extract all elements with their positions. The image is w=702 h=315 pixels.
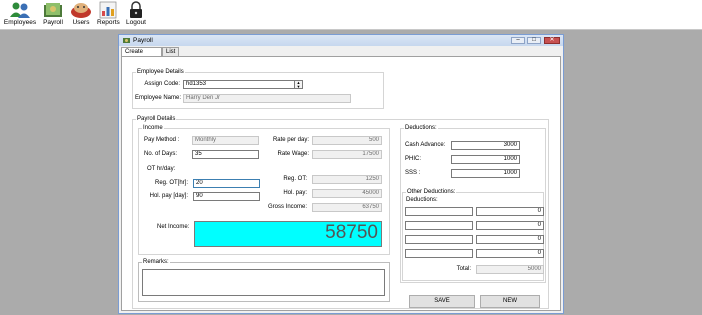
other-deductions-header: Deductions: [406, 197, 438, 203]
income-group: Income Pay Method : Monthly No. of Days:… [138, 125, 390, 255]
phic-input[interactable]: 1000 [451, 155, 520, 164]
ot-legend: OT hr/day: [146, 166, 177, 173]
payroll-label: Payroll [43, 19, 63, 26]
payroll-details-legend: Payroll Details [136, 116, 177, 123]
tab-list[interactable]: List [162, 47, 179, 56]
gross-income-label: Gross Income: [267, 204, 307, 210]
other-deduction-amount-1[interactable]: 0 [476, 207, 544, 216]
sss-label: SSS : [405, 170, 421, 176]
assign-code-spinner[interactable]: ▲ ▼ [294, 81, 302, 88]
create-payroll-page: Employee Details Assign Code: hd1353 ▲ ▼ … [121, 56, 561, 311]
employee-details-group: Employee Details Assign Code: hd1353 ▲ ▼ … [132, 69, 384, 109]
employees-button[interactable]: Employees [3, 1, 37, 28]
maximize-button[interactable]: □ [527, 37, 541, 44]
pay-method-field: Monthly [192, 136, 259, 145]
deductions-legend: Deductions: [404, 125, 438, 132]
employees-icon [9, 1, 31, 19]
total-field: 5000 [476, 265, 544, 274]
payroll-window: Payroll – □ ✕ Create Payroll List Employ… [118, 34, 564, 314]
rate-per-day-label: Rate per day: [272, 137, 309, 143]
net-income-label: Net Income: [157, 224, 190, 230]
other-deductions-legend: Other Deductions: [406, 189, 457, 196]
title-bar[interactable]: Payroll – □ ✕ [119, 35, 563, 46]
new-button[interactable]: NEW [480, 295, 540, 308]
hol-pay-field: 45000 [312, 189, 382, 198]
other-deduction-amount-3[interactable]: 0 [476, 235, 544, 244]
main-toolbar: Employees Payroll Users Reports Logout [0, 0, 702, 30]
net-income-display: 58750 [194, 221, 382, 247]
hol-pay-label: Hol. pay: [283, 190, 307, 196]
sss-input[interactable]: 1000 [451, 169, 520, 178]
payroll-button[interactable]: Payroll [41, 1, 65, 28]
employee-details-legend: Employee Details [136, 69, 185, 76]
payroll-details-group: Payroll Details Income Pay Method : Mont… [132, 116, 549, 309]
other-deduction-amount-2[interactable]: 0 [476, 221, 544, 230]
remarks-group: Remarks: [138, 259, 390, 302]
other-deduction-name-3[interactable] [405, 235, 473, 244]
cash-advance-label: Cash Advance: [405, 142, 446, 148]
other-deduction-name-1[interactable] [405, 207, 473, 216]
padlock-icon [125, 1, 147, 19]
reg-ot-field: 1250 [312, 175, 382, 184]
window-title: Payroll [133, 37, 153, 44]
users-button[interactable]: Users [68, 1, 94, 28]
reports-label: Reports [97, 19, 120, 26]
employees-label: Employees [3, 19, 37, 26]
reg-ot-hr-label: Reg. OT[hr]: [154, 180, 188, 186]
other-deduction-amount-4[interactable]: 0 [476, 249, 544, 258]
reg-ot-label: Reg. OT: [283, 176, 307, 182]
logout-button[interactable]: Logout [123, 1, 149, 28]
days-label: No. of Days: [144, 151, 178, 157]
reg-ot-hr-input[interactable]: 20 [193, 179, 260, 188]
payroll-icon [42, 1, 64, 19]
minimize-button[interactable]: – [511, 37, 525, 44]
other-deduction-name-4[interactable] [405, 249, 473, 258]
employee-name-field: Harry Den Jr [183, 94, 351, 103]
assign-code-label: Assign Code: [144, 81, 180, 87]
remarks-legend: Remarks: [142, 259, 170, 266]
logout-label: Logout [126, 19, 146, 26]
gross-income-field: 63750 [312, 203, 382, 212]
pay-method-label: Pay Method : [144, 137, 180, 143]
assign-code-value: hd1353 [186, 81, 207, 87]
reports-icon [97, 1, 119, 19]
phic-label: PHIC: [405, 156, 422, 162]
close-button[interactable]: ✕ [544, 37, 560, 44]
deductions-group: Deductions: Cash Advance: 3000 PHIC: 100… [400, 125, 546, 283]
hol-pay-day-label: Hol. pay [day]: [149, 193, 188, 199]
cash-advance-input[interactable]: 3000 [451, 141, 520, 150]
total-label: Total: [456, 266, 471, 272]
window-icon [123, 37, 130, 44]
days-input[interactable]: 35 [192, 150, 259, 159]
remarks-input[interactable] [142, 269, 385, 296]
save-button[interactable]: SAVE [409, 295, 475, 308]
assign-code-input[interactable]: hd1353 ▲ ▼ [183, 80, 303, 89]
hol-pay-day-input[interactable]: 90 [193, 192, 260, 201]
rate-per-day-field: 500 [312, 136, 382, 145]
reports-button[interactable]: Reports [97, 1, 120, 28]
other-deduction-name-2[interactable] [405, 221, 473, 230]
rate-wage-label: Rate Wage: [277, 151, 309, 157]
users-label: Users [72, 19, 90, 26]
users-icon [70, 1, 92, 19]
other-deductions-group: Other Deductions: Deductions: 0 0 0 0 To… [402, 189, 544, 281]
rate-wage-field: 17500 [312, 150, 382, 159]
income-legend: Income [142, 125, 164, 132]
employee-name-label: Employee Name: [135, 95, 182, 101]
